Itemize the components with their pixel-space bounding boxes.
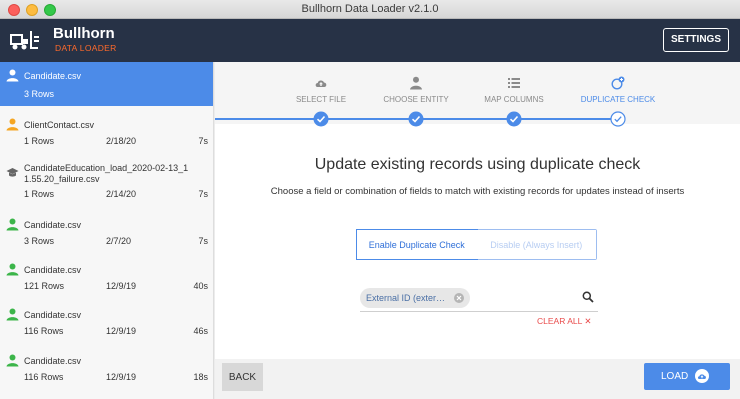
history-item-duration: 40s: [193, 281, 208, 291]
person-icon: [6, 118, 19, 131]
history-item-name-line: 1.55.20_failure.csv: [24, 174, 100, 184]
history-item-duration: 7s: [198, 189, 208, 199]
disable-always-insert-button[interactable]: Disable (Always Insert): [476, 230, 596, 259]
history-item-name: Candidate.csv: [24, 265, 82, 275]
field-chip-label: External ID (exter…: [366, 293, 446, 303]
history-item-rows: 1 Rows: [24, 136, 55, 146]
clear-all-label: CLEAR ALL: [537, 316, 583, 326]
person-icon: [6, 218, 19, 231]
check-circle-outline-icon: [610, 111, 626, 127]
person-icon: [6, 354, 19, 367]
check-circle-icon: [408, 111, 424, 127]
person-icon: [6, 308, 19, 321]
bottom-action-bar: BACK LOAD: [215, 359, 740, 399]
history-item[interactable]: ClientContact.csv 1 Rows 2/18/20 7s: [0, 110, 213, 150]
cloud-upload-icon: [695, 369, 709, 383]
cloud-upload-icon: [315, 80, 327, 87]
step-label: SELECT FILE: [295, 95, 347, 104]
history-item[interactable]: Candidate.csv 121 Rows 12/9/19 40s: [0, 257, 213, 297]
clear-all-button[interactable]: CLEAR ALL ✕: [537, 316, 592, 327]
run-history-sidebar: Candidate.csv 3 Rows ClientContact.csv 1…: [0, 62, 214, 399]
app-header: Bullhorn DATA LOADER SETTINGS: [0, 19, 740, 62]
field-chip: External ID (exter…: [360, 288, 470, 308]
person-icon: [6, 69, 19, 82]
history-item-name: CandidateEducation_load_2020-02-13_1 1.5…: [24, 163, 204, 185]
history-item-rows: 3 Rows: [24, 236, 55, 246]
window-titlebar: Bullhorn Data Loader v2.1.0: [0, 0, 740, 19]
history-item-rows: 121 Rows: [24, 281, 65, 291]
history-item-date: 2/7/20: [106, 236, 132, 246]
history-item-rows: 3 Rows: [24, 89, 55, 99]
history-item-date: 12/9/19: [106, 326, 137, 336]
history-item-name: Candidate.csv: [24, 220, 82, 230]
history-item[interactable]: CandidateEducation_load_2020-02-13_1 1.5…: [0, 154, 213, 204]
history-item-rows: 1 Rows: [24, 189, 55, 199]
history-item-duration: 46s: [193, 326, 208, 336]
main-panel: SELECT FILE CHOOSE ENTITY MAP COLUMNS DU…: [215, 62, 740, 399]
duplicate-fields-select[interactable]: External ID (exter…: [360, 287, 598, 312]
remove-chip-icon[interactable]: [454, 293, 464, 303]
load-button-label: LOAD: [661, 371, 689, 382]
check-circle-icon: [506, 111, 522, 127]
person-icon: [6, 263, 19, 276]
enable-duplicate-check-button[interactable]: Enable Duplicate Check: [356, 229, 478, 260]
step-label: DUPLICATE CHECK: [580, 95, 656, 104]
history-item-duration: 18s: [193, 372, 208, 382]
page-heading: Update existing records using duplicate …: [314, 156, 641, 173]
back-button[interactable]: BACK: [222, 363, 263, 391]
history-item-duration: 7s: [198, 236, 208, 246]
history-item[interactable]: Candidate.csv 3 Rows 2/7/20 7s: [0, 212, 213, 252]
history-item-date: 12/9/19: [106, 281, 137, 291]
forklift-logo-icon: [10, 31, 39, 50]
history-item-rows: 116 Rows: [24, 372, 64, 382]
history-item-name: Candidate.csv: [24, 71, 82, 81]
page-description: Choose a field or combination of fields …: [270, 186, 685, 197]
history-item-name: ClientContact.csv: [24, 120, 95, 130]
brand-name: Bullhorn: [53, 25, 115, 42]
history-item-date: 2/18/20: [106, 136, 137, 146]
history-item[interactable]: Candidate.csv 3 Rows: [0, 62, 213, 106]
step-label: CHOOSE ENTITY: [383, 95, 449, 104]
close-icon: ✕: [584, 316, 592, 326]
person-icon: [410, 76, 422, 90]
history-item-name-line: CandidateEducation_load_2020-02-13_1: [24, 163, 189, 173]
load-button[interactable]: LOAD: [644, 363, 730, 390]
wizard-stepper: SELECT FILE CHOOSE ENTITY MAP COLUMNS DU…: [215, 62, 740, 127]
check-circle-icon: [313, 111, 329, 127]
history-item[interactable]: Candidate.csv 116 Rows 12/9/19 18s: [0, 347, 213, 389]
step-label: MAP COLUMNS: [484, 95, 544, 104]
history-item[interactable]: Candidate.csv 116 Rows 12/9/19 46s: [0, 302, 213, 342]
duplicate-check-icon: [611, 76, 625, 90]
duplicate-check-toggle: Enable Duplicate Check Disable (Always I…: [356, 229, 597, 260]
history-item-date: 2/14/20: [106, 189, 137, 199]
history-item-rows: 116 Rows: [24, 326, 64, 336]
window-title: Bullhorn Data Loader v2.1.0: [301, 3, 439, 15]
history-item-duration: 7s: [198, 136, 208, 146]
history-item-name: Candidate.csv: [24, 356, 82, 366]
history-item-name: Candidate.csv: [24, 310, 82, 320]
settings-button[interactable]: SETTINGS: [662, 28, 729, 52]
search-icon[interactable]: [582, 291, 594, 303]
graduation-cap-icon: [6, 168, 19, 177]
history-item-date: 12/9/19: [106, 372, 137, 382]
brand-subtitle: DATA LOADER: [55, 43, 117, 53]
list-icon: [508, 78, 520, 88]
